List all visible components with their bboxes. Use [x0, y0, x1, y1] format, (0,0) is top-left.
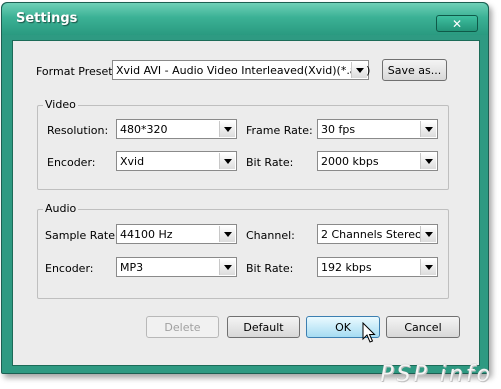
resolution-select[interactable]: 480*320: [116, 119, 237, 139]
dropdown-arrow-icon: [219, 153, 235, 169]
video-group-title: Video: [43, 98, 78, 111]
audio-bit-rate-value: 192 kbps: [321, 261, 372, 274]
watermark: PSP info: [380, 362, 493, 387]
window-title: Settings: [16, 11, 78, 26]
delete-button[interactable]: Delete: [146, 316, 219, 338]
dropdown-arrow-icon: [420, 259, 436, 275]
close-icon: ✕: [451, 16, 463, 31]
resolution-label: Resolution:: [47, 124, 109, 137]
default-button[interactable]: Default: [227, 316, 300, 338]
video-encoder-value: Xvid: [120, 155, 145, 168]
frame-rate-label: Frame Rate:: [246, 124, 313, 137]
video-bit-rate-select[interactable]: 2000 kbps: [317, 151, 438, 171]
dropdown-arrow-icon: [420, 226, 436, 242]
sample-rate-label: Sample Rate:: [45, 229, 119, 242]
format-preset-select[interactable]: Xvid AVI - Audio Video Interleaved(Xvid)…: [112, 60, 371, 80]
video-encoder-label: Encoder:: [47, 156, 96, 169]
format-preset-value: Xvid AVI - Audio Video Interleaved(Xvid)…: [116, 64, 371, 77]
close-button[interactable]: ✕: [436, 15, 478, 32]
audio-group-title: Audio: [43, 202, 79, 215]
audio-encoder-label: Encoder:: [45, 262, 94, 275]
channel-select[interactable]: 2 Channels Stereo: [317, 224, 438, 244]
audio-encoder-value: MP3: [120, 261, 144, 274]
video-bit-rate-value: 2000 kbps: [321, 155, 379, 168]
video-group: Video: [37, 98, 449, 190]
dropdown-arrow-icon: [219, 121, 235, 137]
resolution-value: 480*320: [120, 123, 168, 136]
title-bar[interactable]: Settings ✕: [2, 3, 488, 35]
frame-rate-value: 30 fps: [321, 123, 356, 136]
format-preset-label: Format Preset:: [36, 65, 117, 78]
audio-encoder-select[interactable]: MP3: [116, 257, 237, 277]
dialog-body: Format Preset: Xvid AVI - Audio Video In…: [12, 40, 480, 366]
video-bit-rate-label: Bit Rate:: [246, 156, 294, 169]
channel-label: Channel:: [246, 229, 295, 242]
sample-rate-select[interactable]: 44100 Hz: [116, 224, 237, 244]
settings-dialog: Settings ✕ Format Preset: Xvid AVI - Aud…: [1, 2, 489, 374]
dropdown-arrow-icon: [219, 226, 235, 242]
dropdown-arrow-icon: [351, 62, 367, 78]
sample-rate-value: 44100 Hz: [120, 228, 173, 241]
dropdown-arrow-icon: [219, 259, 235, 275]
video-encoder-select[interactable]: Xvid: [116, 151, 237, 171]
mouse-pointer-icon: [362, 322, 376, 343]
audio-bit-rate-label: Bit Rate:: [246, 262, 294, 275]
audio-bit-rate-select[interactable]: 192 kbps: [317, 257, 438, 277]
save-as-button[interactable]: Save as...: [382, 59, 447, 81]
dropdown-arrow-icon: [420, 153, 436, 169]
audio-group: Audio: [37, 202, 449, 299]
channel-value: 2 Channels Stereo: [321, 228, 422, 241]
dropdown-arrow-icon: [420, 121, 436, 137]
frame-rate-select[interactable]: 30 fps: [317, 119, 438, 139]
cancel-button[interactable]: Cancel: [386, 316, 460, 338]
